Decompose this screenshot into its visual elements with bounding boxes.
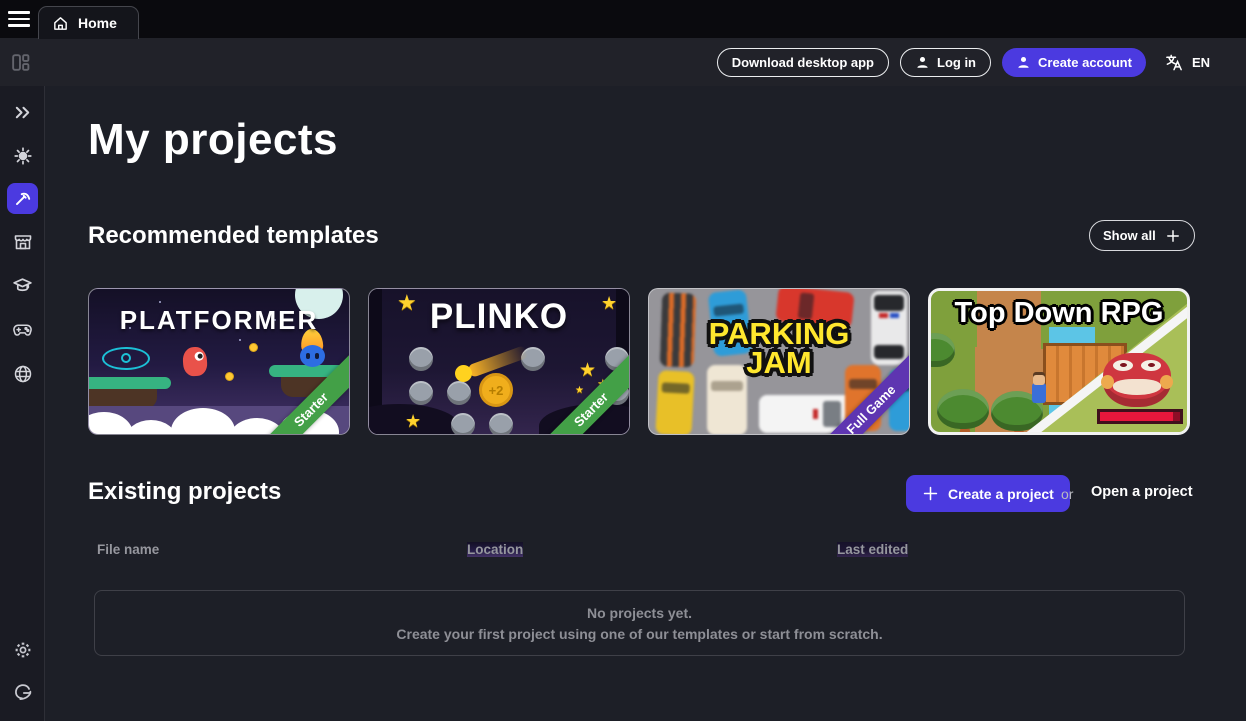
ball-art	[455, 365, 472, 382]
existing-projects-heading: Existing projects	[88, 478, 281, 506]
empty-projects-placeholder: No projects yet. Create your first proje…	[94, 590, 1185, 656]
language-code: EN	[1192, 55, 1210, 70]
template-card-plinko[interactable]: PLINKO +2 ★ ★ ★ ★ ★ ★ Starter	[368, 288, 630, 435]
build-pickaxe-icon	[13, 189, 32, 208]
home-icon	[52, 15, 69, 32]
toolbar: Download desktop app Log in Create accou…	[0, 38, 1246, 86]
hamburger-menu-icon[interactable]	[8, 10, 30, 28]
health-bar-art	[1097, 409, 1183, 424]
tab-home-label: Home	[78, 15, 117, 31]
main-content: My projects Recommended templates Show a…	[45, 86, 1246, 721]
template-card-parking-jam[interactable]: PARKING JAM Full Game	[648, 288, 910, 435]
template-title: PLINKO	[369, 297, 629, 337]
or-label: or	[1061, 486, 1073, 502]
column-location: Location	[467, 542, 523, 557]
recommended-templates-heading: Recommended templates	[88, 222, 379, 250]
create-project-button[interactable]: Create a project	[906, 475, 1070, 512]
create-account-button[interactable]: Create account	[1002, 48, 1146, 77]
tab-home[interactable]: Home	[38, 6, 139, 39]
template-title: Top Down RPG	[931, 297, 1187, 330]
template-title: PLATFORMER	[89, 305, 349, 336]
sidebar-item-build-selected[interactable]	[7, 183, 38, 214]
expand-double-chevron-icon[interactable]	[12, 102, 33, 123]
empty-state-line2: Create your first project using one of o…	[396, 626, 882, 642]
panels-layout-icon[interactable]	[10, 52, 31, 73]
person-icon	[1016, 55, 1031, 70]
neon-eye-art	[102, 347, 150, 370]
template-cards-row: PLATFORMER Starter PLINKO	[88, 288, 1190, 435]
template-title: PARKING JAM	[689, 319, 869, 378]
show-all-label: Show all	[1103, 228, 1156, 243]
window-top-bar: Home	[0, 0, 1246, 38]
empty-state-line1: No projects yet.	[587, 605, 692, 621]
frog-boss-art	[1103, 353, 1171, 407]
create-project-label: Create a project	[948, 486, 1054, 502]
play-gamepad-icon[interactable]	[12, 319, 33, 340]
gdevelop-logo-icon[interactable]	[12, 682, 33, 703]
plinko-bonus-label: +2	[479, 373, 513, 407]
download-desktop-app-label: Download desktop app	[732, 55, 874, 70]
download-desktop-app-button[interactable]: Download desktop app	[717, 48, 889, 77]
get-started-sun-icon[interactable]	[12, 145, 33, 166]
community-globe-icon[interactable]	[12, 363, 33, 384]
template-card-platformer[interactable]: PLATFORMER Starter	[88, 288, 350, 435]
login-label: Log in	[937, 55, 976, 70]
login-button[interactable]: Log in	[900, 48, 991, 77]
star-icon: ★	[579, 359, 596, 381]
player-character-art	[182, 346, 208, 377]
shop-storefront-icon[interactable]	[12, 231, 33, 252]
create-account-label: Create account	[1038, 55, 1132, 70]
settings-gear-icon[interactable]	[12, 639, 33, 660]
column-file-name: File name	[97, 542, 159, 557]
column-last-edited: Last edited	[837, 542, 908, 557]
sidebar	[0, 86, 45, 721]
star-icon: ★	[575, 385, 584, 396]
show-all-button[interactable]: Show all	[1089, 220, 1195, 251]
person-icon	[915, 55, 930, 70]
page-title: My projects	[88, 115, 338, 165]
language-selector[interactable]: EN	[1165, 53, 1210, 72]
hero-character-art	[1032, 383, 1046, 403]
plus-icon	[922, 485, 939, 502]
learn-graduation-cap-icon[interactable]	[12, 275, 33, 296]
template-card-top-down-rpg[interactable]: Top Down RPG	[928, 288, 1190, 435]
plus-icon	[1165, 228, 1181, 244]
open-project-link[interactable]: Open a project	[1091, 484, 1193, 500]
translate-icon	[1165, 53, 1184, 72]
star-icon: ★	[405, 411, 421, 432]
